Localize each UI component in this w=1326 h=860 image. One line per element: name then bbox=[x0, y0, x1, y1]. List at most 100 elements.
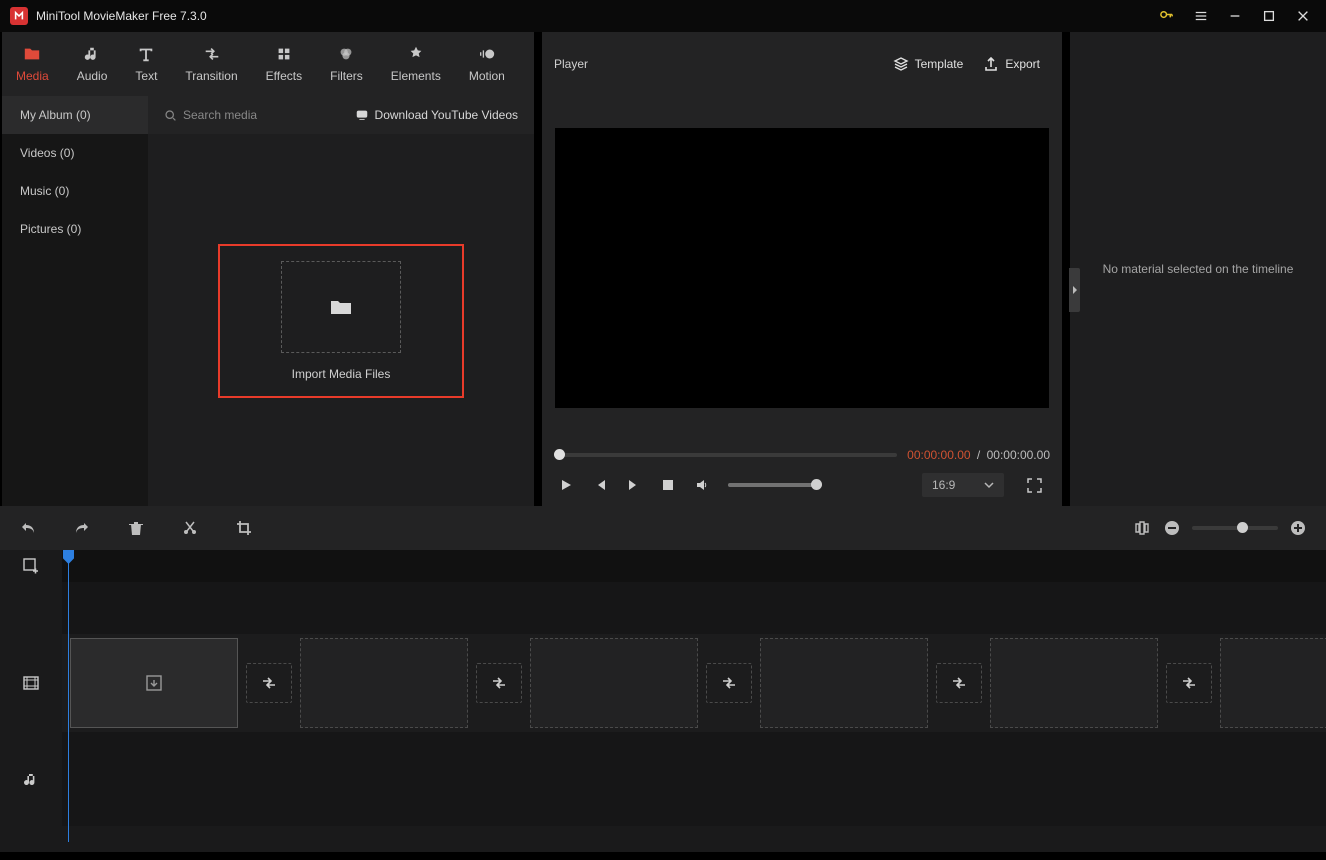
track-header-audio[interactable] bbox=[0, 732, 62, 826]
add-track-button[interactable] bbox=[0, 550, 62, 582]
import-label: Import Media Files bbox=[292, 367, 391, 381]
tab-label: Audio bbox=[77, 69, 108, 83]
import-dropzone bbox=[281, 261, 401, 353]
tab-filters[interactable]: Filters bbox=[316, 32, 377, 96]
tab-label: Transition bbox=[185, 69, 237, 83]
timeline-toolbar bbox=[0, 506, 1326, 550]
tab-media[interactable]: Media bbox=[2, 32, 63, 96]
transition-icon bbox=[721, 675, 737, 691]
close-button[interactable] bbox=[1286, 2, 1320, 30]
clip-placeholder[interactable] bbox=[990, 638, 1158, 728]
folder-icon bbox=[330, 298, 352, 316]
tab-audio[interactable]: Audio bbox=[63, 32, 122, 96]
track-header-video[interactable] bbox=[0, 634, 62, 732]
redo-button[interactable] bbox=[72, 518, 92, 538]
track-header-overlay[interactable] bbox=[0, 582, 62, 634]
timecode: 00:00:00.00 / 00:00:00.00 bbox=[907, 448, 1050, 462]
transition-slot[interactable] bbox=[936, 663, 982, 703]
tab-effects[interactable]: Effects bbox=[252, 32, 316, 96]
export-button[interactable]: Export bbox=[973, 50, 1050, 78]
music-note-icon bbox=[83, 45, 101, 63]
template-icon bbox=[893, 56, 909, 72]
tab-label: Media bbox=[16, 69, 49, 83]
elements-icon bbox=[407, 45, 425, 63]
app-logo-icon bbox=[10, 7, 28, 25]
tab-text[interactable]: Text bbox=[121, 32, 171, 96]
transition-slot[interactable] bbox=[1166, 663, 1212, 703]
motion-icon bbox=[478, 45, 496, 63]
main-tab-bar: Media Audio Text Transition Effects Filt… bbox=[2, 32, 534, 96]
delete-button[interactable] bbox=[126, 518, 146, 538]
download-icon bbox=[355, 108, 369, 122]
crop-button[interactable] bbox=[234, 518, 254, 538]
download-youtube-button[interactable]: Download YouTube Videos bbox=[355, 108, 518, 122]
tab-elements[interactable]: Elements bbox=[377, 32, 455, 96]
sidebar-item-videos[interactable]: Videos (0) bbox=[2, 134, 148, 172]
clip-placeholder[interactable] bbox=[300, 638, 468, 728]
audio-track[interactable] bbox=[62, 732, 1326, 826]
zoom-out-button[interactable] bbox=[1162, 518, 1182, 538]
app-title: MiniTool MovieMaker Free 7.3.0 bbox=[36, 9, 207, 23]
undo-button[interactable] bbox=[18, 518, 38, 538]
template-button[interactable]: Template bbox=[883, 50, 974, 78]
play-button[interactable] bbox=[558, 477, 574, 493]
menu-button[interactable] bbox=[1184, 2, 1218, 30]
sidebar-item-music[interactable]: Music (0) bbox=[2, 172, 148, 210]
chevron-right-icon bbox=[1071, 285, 1079, 295]
timeline-panel bbox=[0, 506, 1326, 852]
transition-icon bbox=[1181, 675, 1197, 691]
clip-placeholder[interactable] bbox=[530, 638, 698, 728]
zoom-in-button[interactable] bbox=[1288, 518, 1308, 538]
properties-empty-label: No material selected on the timeline bbox=[1103, 262, 1294, 276]
sidebar-item-my-album[interactable]: My Album (0) bbox=[2, 96, 148, 134]
split-button[interactable] bbox=[180, 518, 200, 538]
panel-collapse-handle[interactable] bbox=[1069, 268, 1080, 312]
preview-screen bbox=[555, 128, 1049, 408]
transition-slot[interactable] bbox=[476, 663, 522, 703]
seek-slider[interactable] bbox=[554, 453, 897, 457]
tab-label: Filters bbox=[330, 69, 363, 83]
tab-motion[interactable]: Motion bbox=[455, 32, 519, 96]
auto-fit-button[interactable] bbox=[1132, 518, 1152, 538]
zoom-slider[interactable] bbox=[1192, 526, 1278, 530]
maximize-button[interactable] bbox=[1252, 2, 1286, 30]
timeline-ruler[interactable] bbox=[62, 550, 1326, 582]
clip-placeholder[interactable] bbox=[760, 638, 928, 728]
tab-transition[interactable]: Transition bbox=[171, 32, 251, 96]
stop-button[interactable] bbox=[660, 477, 676, 493]
overlay-track[interactable] bbox=[62, 582, 1326, 634]
import-media-button[interactable]: Import Media Files bbox=[218, 244, 464, 398]
media-panel: Media Audio Text Transition Effects Filt… bbox=[2, 32, 534, 506]
transition-icon bbox=[951, 675, 967, 691]
download-label: Download YouTube Videos bbox=[375, 108, 518, 122]
title-bar: MiniTool MovieMaker Free 7.3.0 bbox=[0, 0, 1326, 32]
folder-icon bbox=[23, 45, 41, 63]
search-input[interactable]: Search media bbox=[164, 108, 355, 122]
minimize-button[interactable] bbox=[1218, 2, 1252, 30]
volume-slider[interactable] bbox=[728, 483, 822, 487]
video-track[interactable] bbox=[62, 634, 1326, 732]
next-frame-button[interactable] bbox=[626, 477, 642, 493]
preview-area bbox=[550, 104, 1054, 432]
upgrade-key-icon[interactable] bbox=[1149, 1, 1184, 31]
media-browser: Search media Download YouTube Videos Imp… bbox=[148, 96, 534, 506]
aspect-ratio-select[interactable]: 16:9 bbox=[922, 473, 1004, 497]
sidebar-item-pictures[interactable]: Pictures (0) bbox=[2, 210, 148, 248]
properties-panel: No material selected on the timeline bbox=[1070, 32, 1326, 506]
clip-placeholder[interactable] bbox=[1220, 638, 1326, 728]
transition-slot[interactable] bbox=[246, 663, 292, 703]
transition-slot[interactable] bbox=[706, 663, 752, 703]
clip-placeholder[interactable] bbox=[70, 638, 238, 728]
aspect-value: 16:9 bbox=[932, 478, 955, 492]
filters-icon bbox=[337, 45, 355, 63]
import-clip-icon bbox=[145, 674, 163, 692]
time-current: 00:00:00.00 bbox=[907, 448, 970, 462]
playhead[interactable] bbox=[68, 550, 69, 842]
tab-label: Text bbox=[135, 69, 157, 83]
volume-button[interactable] bbox=[694, 477, 710, 493]
fullscreen-button[interactable] bbox=[1022, 473, 1046, 497]
time-separator: / bbox=[974, 448, 983, 462]
prev-frame-button[interactable] bbox=[592, 477, 608, 493]
tab-label: Elements bbox=[391, 69, 441, 83]
button-label: Export bbox=[1005, 57, 1040, 71]
